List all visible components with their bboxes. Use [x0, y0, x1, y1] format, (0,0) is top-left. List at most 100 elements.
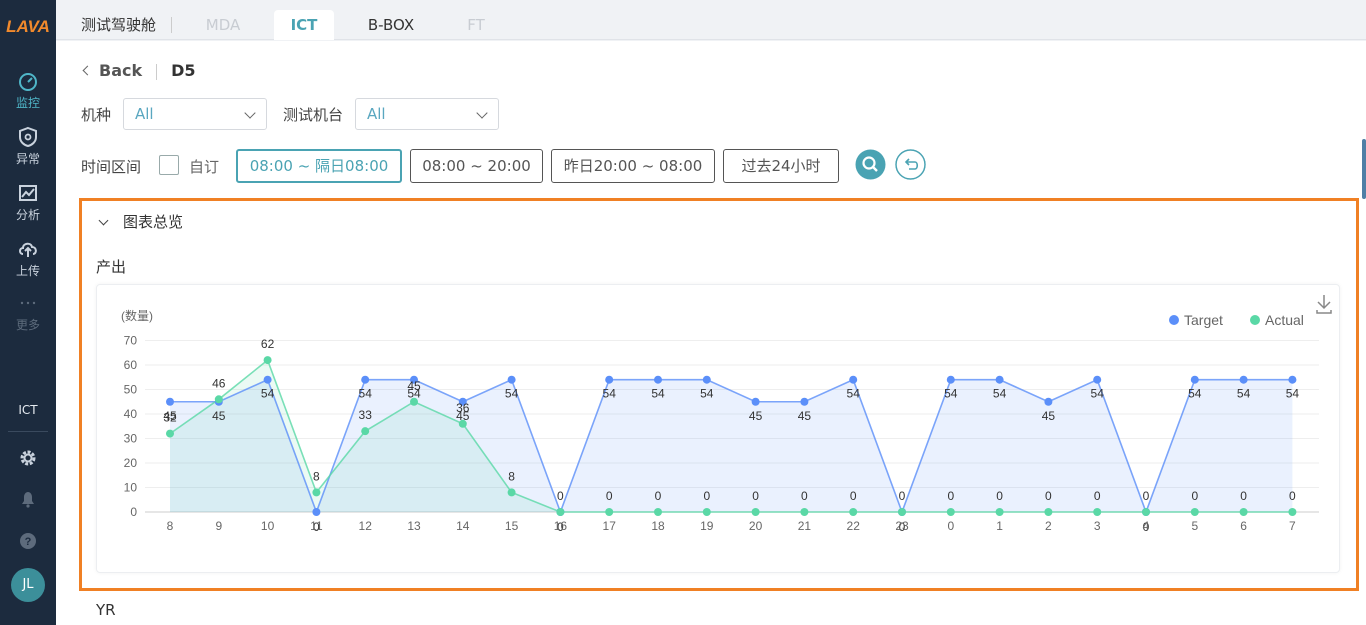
- data-point-actual: [800, 508, 809, 516]
- scrollbar-thumb[interactable]: [1362, 139, 1366, 199]
- output-chart-card: 45 45 54 0 54 54 45 54 0 54 54 54 45 45 54 0 54 54 45 54 0 54…: [96, 284, 1340, 573]
- data-label-target: 45: [798, 409, 812, 423]
- reset-button[interactable]: [895, 149, 926, 180]
- data-label-target: 54: [603, 387, 617, 401]
- data-label-actual: 0: [1240, 489, 1247, 503]
- range-button-24h[interactable]: 过去24小时: [723, 149, 839, 183]
- x-tick-label: 21: [798, 519, 812, 533]
- data-point-actual: [1239, 508, 1248, 516]
- nav-item-exception[interactable]: 异常: [0, 118, 56, 172]
- data-label-target: 54: [847, 387, 861, 401]
- y-tick-label: 10: [124, 481, 138, 495]
- x-tick-label: 2: [1045, 519, 1052, 533]
- back-link[interactable]: Back: [99, 61, 142, 80]
- data-point-actual: [361, 427, 370, 436]
- legend-actual[interactable]: Actual: [1250, 312, 1304, 328]
- nav-item-upload[interactable]: 上传: [0, 230, 56, 284]
- y-tick-label: 60: [124, 358, 138, 372]
- more-icon: [20, 301, 36, 305]
- data-label-target: 54: [993, 387, 1007, 401]
- x-tick-label: 9: [215, 519, 222, 533]
- range-button-day[interactable]: 08:00 ~ 20:00: [410, 149, 543, 183]
- data-label-actual: 0: [801, 489, 808, 503]
- data-label-actual: 62: [261, 337, 275, 351]
- data-label-actual: 0: [1289, 489, 1296, 503]
- data-point-target: [1288, 375, 1297, 384]
- tab-bbox[interactable]: B-BOX: [358, 10, 424, 40]
- data-label-actual: 0: [1094, 489, 1101, 503]
- upload-icon: [19, 242, 37, 257]
- data-point-target: [507, 375, 516, 384]
- data-point-actual: [946, 508, 955, 516]
- x-tick-label: 16: [554, 519, 568, 533]
- x-tick-label: 0: [947, 519, 954, 533]
- main-content: Back D5 机种 All 测试机台 All 时间区间 自订 08:00 ~ 隔…: [56, 41, 1366, 625]
- data-point-actual: [166, 429, 174, 438]
- gear-icon[interactable]: [17, 447, 39, 469]
- chart-areas: [170, 360, 1293, 512]
- avatar[interactable]: JL: [11, 568, 45, 602]
- nav-label: 异常: [15, 152, 40, 166]
- range-button-8-to-8[interactable]: 08:00 ~ 隔日08:00: [236, 149, 402, 183]
- data-label-actual: 8: [508, 469, 515, 483]
- x-tick-label: 18: [651, 519, 665, 533]
- data-point-target: [654, 375, 662, 384]
- model-select[interactable]: All: [123, 98, 267, 130]
- legend-actual-marker: [1250, 315, 1260, 325]
- y-tick-label: 50: [124, 383, 138, 397]
- help-icon[interactable]: ?: [17, 530, 39, 552]
- data-label-target: 54: [944, 387, 958, 401]
- data-point-target: [849, 375, 858, 384]
- data-label-actual: 45: [407, 379, 421, 393]
- logo-text: LAVA: [6, 17, 50, 36]
- nav-item-more[interactable]: 更多: [0, 284, 56, 338]
- station-label: 测试机台: [283, 106, 344, 124]
- chevron-down-icon: [476, 107, 488, 119]
- nav-label: 监控: [15, 96, 40, 110]
- data-label-actual: 0: [996, 489, 1003, 503]
- data-point-target: [312, 508, 321, 516]
- data-point-actual: [1190, 508, 1199, 516]
- data-point-target: [166, 397, 174, 406]
- data-point-actual: [556, 508, 565, 516]
- station-select[interactable]: All: [355, 98, 499, 130]
- data-point-target: [1190, 375, 1199, 384]
- tab-ft[interactable]: FT: [456, 10, 496, 40]
- download-icon[interactable]: [1316, 295, 1332, 314]
- nav-label: 更多: [15, 318, 40, 332]
- range-button-night[interactable]: 昨日20:00 ~ 08:00: [551, 149, 715, 183]
- y-tick-label: 40: [124, 407, 138, 421]
- x-tick-label: 23: [895, 519, 909, 533]
- x-tick-label: 3: [1094, 519, 1101, 533]
- page-title: D5: [171, 61, 196, 80]
- x-tick-label: 17: [603, 519, 617, 533]
- data-label-actual: 0: [1045, 489, 1052, 503]
- data-label-target: 45: [1042, 409, 1056, 423]
- section-label: ICT: [18, 403, 38, 417]
- nav-item-analysis[interactable]: 分析: [0, 174, 56, 228]
- search-button[interactable]: [855, 149, 886, 180]
- data-label-actual: 0: [655, 489, 662, 503]
- x-tick-label: 10: [261, 519, 275, 533]
- x-tick-label: 6: [1240, 519, 1247, 533]
- x-tick-label: 20: [749, 519, 763, 533]
- panel-header[interactable]: 图表总览: [98, 211, 183, 232]
- lava-logo[interactable]: LAVA: [3, 10, 53, 40]
- data-label-actual: 0: [947, 489, 954, 503]
- nav-item-monitor[interactable]: 监控: [0, 62, 56, 116]
- custom-checkbox[interactable]: [159, 155, 179, 175]
- data-point-actual: [751, 508, 760, 516]
- x-tick-label: 14: [456, 519, 470, 533]
- svg-text:?: ?: [25, 536, 32, 548]
- data-point-actual: [654, 508, 662, 516]
- tab-ict[interactable]: ICT: [274, 10, 334, 40]
- y-tick-label: 0: [130, 505, 137, 519]
- data-point-target: [263, 375, 272, 384]
- breadcrumb: Back D5: [82, 61, 196, 80]
- tab-mda[interactable]: MDA: [194, 10, 252, 40]
- model-label: 机种: [81, 106, 112, 124]
- bell-icon[interactable]: [17, 488, 39, 510]
- data-label-target: 54: [1286, 387, 1300, 401]
- legend-target[interactable]: Target: [1169, 312, 1223, 328]
- app-title: 测试驾驶舱: [81, 16, 157, 34]
